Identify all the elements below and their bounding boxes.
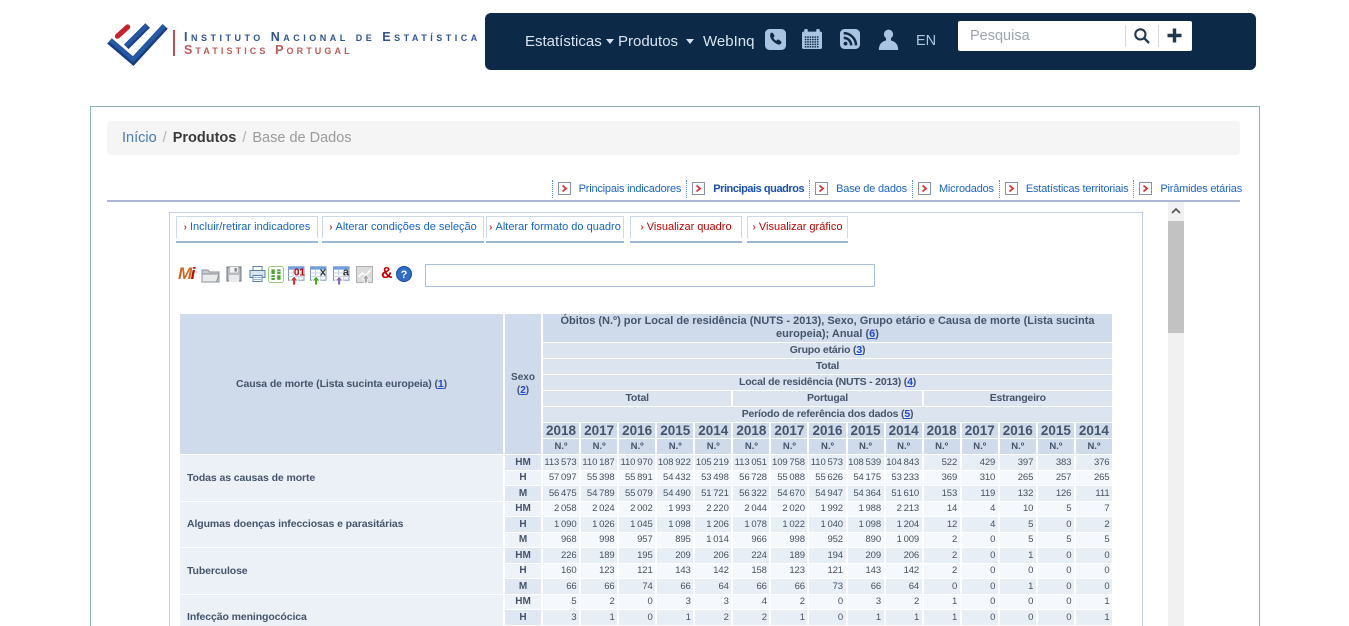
svg-text:01: 01 — [294, 268, 306, 279]
svg-text:a: a — [343, 267, 350, 279]
svg-text:?: ? — [401, 269, 408, 281]
svg-text:x: x — [320, 267, 327, 279]
